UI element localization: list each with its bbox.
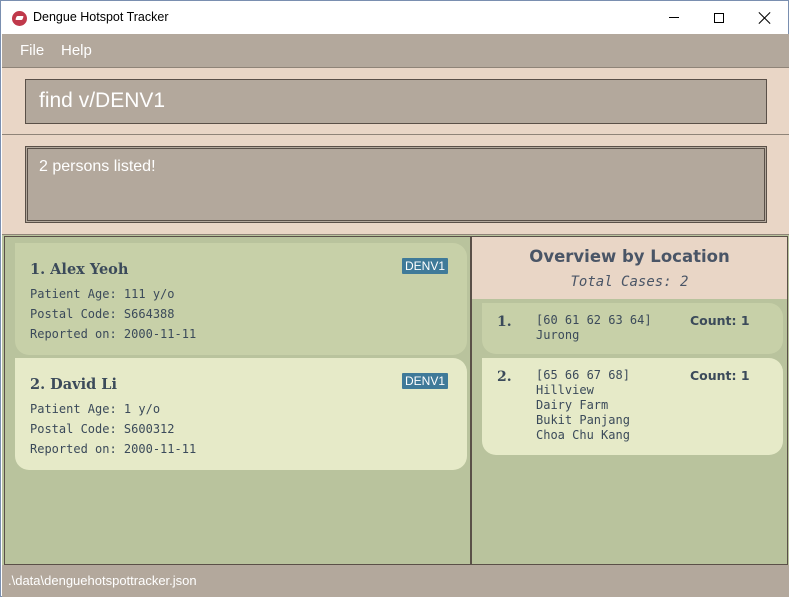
reported-date: Reported on: 2000-11-11 [30, 327, 197, 341]
person-name: 2. David Li [30, 376, 117, 393]
postal-code: Postal Code: S600312 [30, 422, 175, 436]
patient-age: Patient Age: 1 y/o [30, 402, 161, 416]
result-display-area: 2 persons listed! [2, 135, 789, 235]
location-index: 1. [497, 314, 512, 330]
menu-bar: File Help [2, 34, 789, 67]
location-card[interactable]: 2. [65 66 67 68] Count: 1 Hillview Dairy… [482, 358, 783, 455]
virus-tag-badge: DENV1 [402, 373, 449, 389]
menu-help[interactable]: Help [61, 42, 92, 59]
location-count: Count: 1 [690, 368, 750, 383]
reported-date: Reported on: 2000-11-11 [30, 442, 197, 456]
location-place: Hillview [536, 383, 594, 397]
postal-code: Postal Code: S664388 [30, 307, 175, 321]
location-place: Dairy Farm [536, 398, 609, 412]
status-bar: .\data\denguehotspottracker.json [2, 565, 789, 597]
main-panels: 1. Alex Yeoh DENV1 Patient Age: 111 y/o … [2, 235, 789, 565]
close-button[interactable] [742, 1, 788, 34]
virus-tag-badge: DENV1 [402, 258, 449, 274]
menu-file[interactable]: File [20, 42, 44, 59]
overview-panel[interactable]: Overview by Location Total Cases: 2 1. [… [471, 236, 788, 565]
location-place: Jurong [536, 328, 580, 342]
app-logo-icon [12, 11, 27, 26]
location-count: Count: 1 [690, 313, 750, 328]
window-title: Dengue Hotspot Tracker [33, 10, 169, 24]
data-file-path: .\data\denguehotspottracker.json [8, 573, 197, 588]
title-bar[interactable]: Dengue Hotspot Tracker [1, 1, 788, 34]
location-codes: [65 66 67 68] [536, 368, 630, 382]
person-name: 1. Alex Yeoh [30, 261, 129, 278]
person-card[interactable]: 2. David Li DENV1 Patient Age: 1 y/o Pos… [15, 358, 467, 470]
person-list-panel[interactable]: 1. Alex Yeoh DENV1 Patient Age: 111 y/o … [4, 236, 471, 565]
person-card[interactable]: 1. Alex Yeoh DENV1 Patient Age: 111 y/o … [15, 243, 467, 355]
maximize-button[interactable] [696, 1, 742, 34]
total-cases: Total Cases: 2 [570, 274, 689, 290]
result-display[interactable]: 2 persons listed! [25, 146, 767, 223]
command-box-area: find v/DENV1 [2, 67, 789, 135]
overview-header: Overview by Location Total Cases: 2 [472, 237, 787, 299]
minimize-button[interactable] [651, 1, 697, 34]
location-index: 2. [497, 369, 512, 385]
location-place: Bukit Panjang [536, 413, 630, 427]
maximize-icon [714, 12, 724, 23]
command-input[interactable]: find v/DENV1 [25, 79, 767, 124]
minimize-icon [669, 17, 679, 18]
patient-age: Patient Age: 111 y/o [30, 287, 175, 301]
close-icon [759, 12, 771, 24]
location-card[interactable]: 1. [60 61 62 63 64] Count: 1 Jurong [482, 303, 783, 354]
app-window: Dengue Hotspot Tracker File Help find v/… [0, 0, 789, 597]
location-codes: [60 61 62 63 64] [536, 313, 652, 327]
overview-title: Overview by Location [529, 247, 730, 266]
location-place: Choa Chu Kang [536, 428, 630, 442]
